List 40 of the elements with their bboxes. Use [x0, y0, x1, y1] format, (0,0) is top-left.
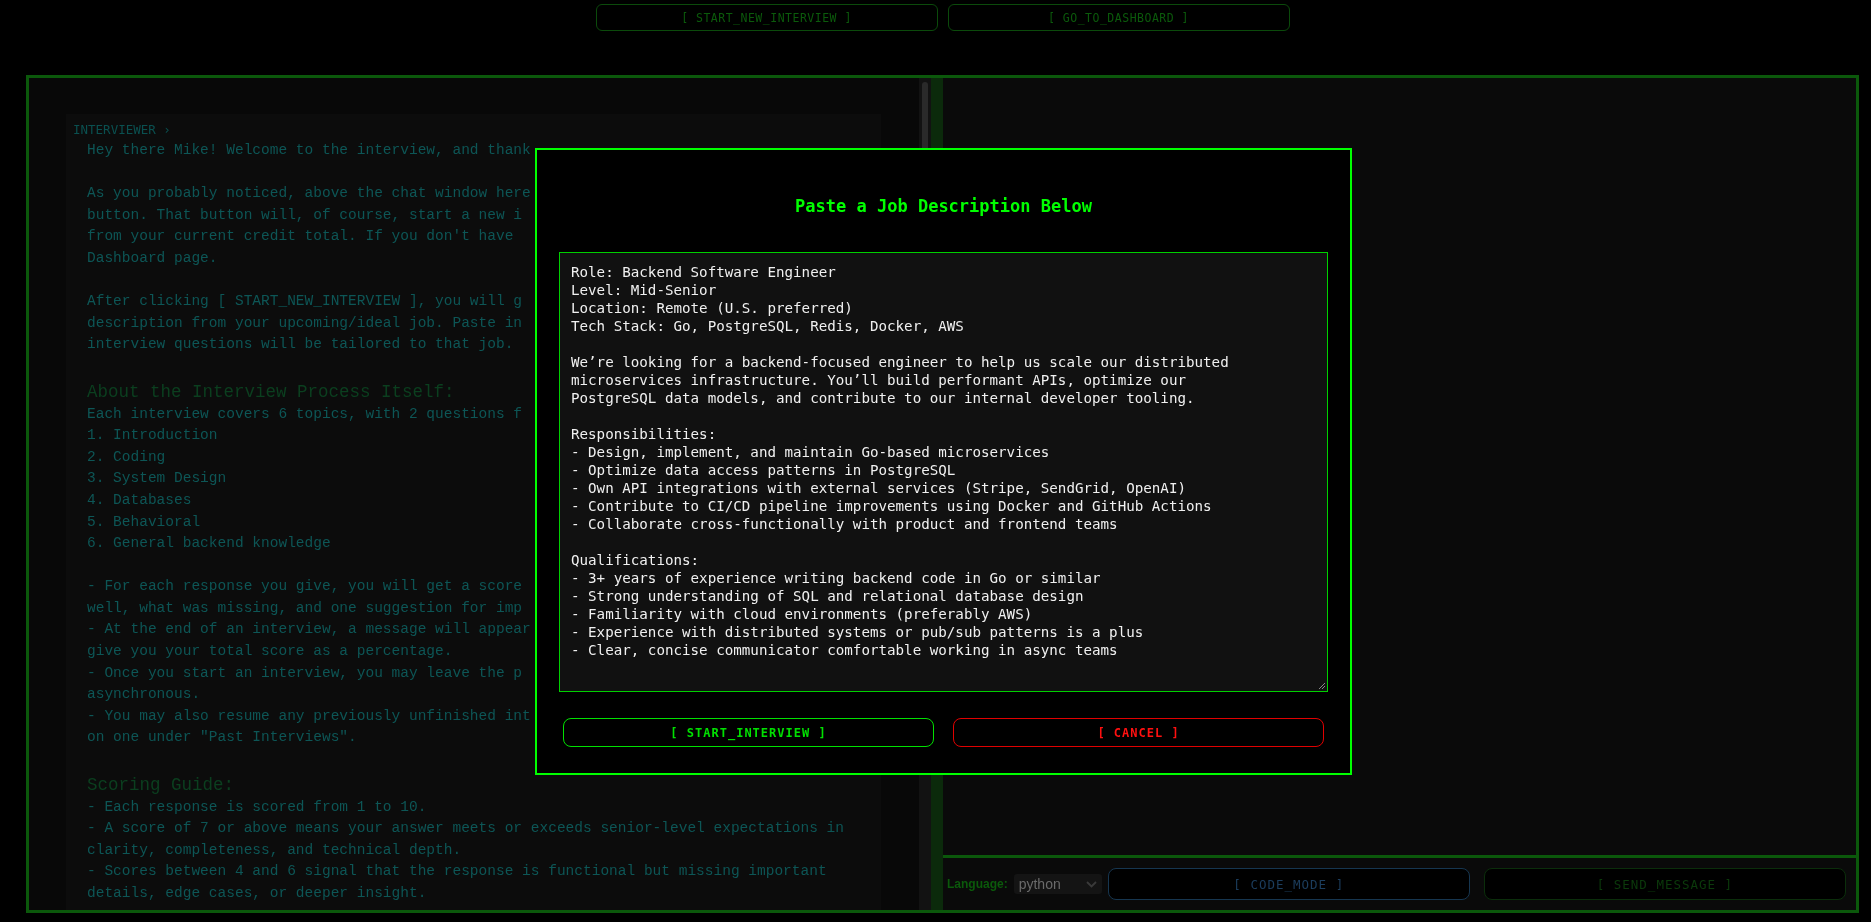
message-text: Each interview covers 6 topics, with 2 questions f [87, 404, 523, 424]
dialog-title: Paste a Job Description Below [794, 196, 1093, 218]
go-to-dashboard-button[interactable]: [ GO_TO_DASHBOARD ] [947, 4, 1290, 31]
message-text: - Once you start an interview, you may leave the p [87, 663, 523, 683]
message-text: asynchronous. [87, 685, 201, 705]
job-description-field[interactable]: Role: Backend Software Engineer Level: Mid-Senior Location: Remote (U.S. preferred) Tech Stack: Go, PostgreSQL, Redis, Docker, AWS We’re looking for a backend-focused engineer to help us scale our distributed microservices infrastructure. You’ll build performant APIs, optimize our PostgreSQL data models, and contribute to our internal developer tooling. Responsibilities: - Design, implement, and maintain Go-based microservices - Optimize data access patterns in PostgreSQL - Own API integrations with external services (Stripe, SendGrid, OpenAI) - Contribute to CI/CD pipeline improvements using Docker and GitHub Actions - Collaborate cross-functionally with product and frontend teams Qualifications: - 3+ years of experience writing backend code in Go or similar - Strong understanding of SQL and relational database design - Familiarity with cloud environments (preferably AWS) - Experience with distributed systems or pub/sub patterns is a plus - Clear, concise communicator comfortable working in async teams [559, 252, 1328, 692]
message-text: interview questions will be tailored to that job. [87, 335, 514, 355]
message-text: 3. System Design [87, 469, 227, 489]
language-label: Language: [947, 877, 1008, 891]
message-text: - Each response is scored from 1 to 10. [87, 797, 427, 817]
code-mode-button[interactable]: [ CODE_MODE ] [1107, 868, 1470, 900]
message-text: description from your upcoming/ideal job. Paste in [87, 313, 523, 333]
message-text: details, edge cases, or deeper insight. [87, 884, 427, 903]
message-text: - Scores between 4 and 6 signal that the response is functional but missing important [87, 862, 827, 882]
sender-label: INTERVIEWER › [73, 121, 172, 139]
message-text: - At the end of an interview, a message will appear [87, 620, 531, 640]
chevron-icon [1085, 880, 1097, 888]
message-text: After clicking [ START_NEW_INTERVIEW ], you will g [87, 292, 523, 312]
resize-grip-icon[interactable] [1318, 682, 1326, 690]
message-text: - For each response you give, you will get a score [87, 577, 523, 597]
message-text: - A score of 7 or above means your answer meets or exceeds senior-level expectations in [87, 819, 845, 839]
cancel-button[interactable]: [ CANCEL ] [953, 718, 1324, 747]
start-new-interview-button[interactable]: [ START_NEW_INTERVIEW ] [595, 4, 938, 31]
message-text: button. That button will, of course, start a new i [87, 205, 523, 225]
message-text: 4. Databases [87, 490, 192, 510]
message-text: well, what was missing, and one suggestion for imp [87, 598, 523, 618]
message-text: - You may also resume any previously unfinished int [87, 706, 531, 726]
message-text: from your current credit total. If you don't have [87, 227, 514, 247]
message-text: 2. Coding [87, 447, 166, 467]
language-select[interactable]: python [1013, 874, 1102, 894]
message-text: 1. Introduction [87, 426, 218, 446]
message-text: on one under "Past Interviews". [87, 728, 357, 748]
message-text: 5. Behavioral [87, 512, 201, 532]
message-text: As you probably noticed, above the chat window here [87, 184, 531, 204]
message-text: 6. General backend knowledge [87, 534, 331, 554]
message-text: give you your total score as a percentage. [87, 642, 453, 662]
message-text: clarity, completeness, and technical depth. [87, 840, 462, 860]
start-interview-button[interactable]: [ START_INTERVIEW ] [563, 718, 934, 747]
message-text: Hey there Mike! Welcome to the interview, and thank [87, 141, 531, 160]
message-text: Dashboard page. [87, 248, 218, 268]
